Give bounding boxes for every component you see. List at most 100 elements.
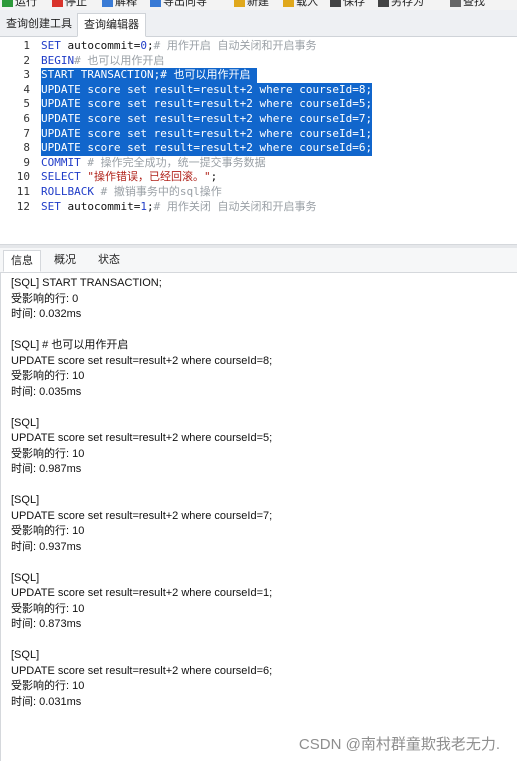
editor-line: 11 ROLLBACK # 撤销事务中的sql操作 (0, 185, 517, 200)
watermark: CSDN @南村群童欺我老无力. (298, 736, 500, 753)
code-token: ; (146, 199, 154, 213)
toolbar-button-label: 查找 (463, 0, 485, 8)
toolbar-button-0[interactable]: 运行 (2, 0, 37, 8)
output-line: 时间: 0.987ms (11, 463, 82, 475)
output-line: UPDATE score set result=result+2 where c… (11, 432, 273, 444)
code-token: ROLLBACK (41, 185, 94, 198)
line-number: 8 (23, 141, 30, 155)
output-line: 时间: 0.035ms (11, 385, 82, 398)
output-line: 受影响的行: 10 (11, 370, 85, 382)
toolbar-icon (102, 0, 113, 7)
line-number: 2 (23, 53, 30, 67)
tab-query-builder[interactable]: 查询创建工具 (0, 13, 78, 35)
toolbar-button-1[interactable]: 停止 (52, 0, 87, 8)
code-token: SET (41, 39, 61, 52)
output-line: 受影响的行: 10 (11, 602, 85, 615)
code-text: BEGIN# 也可以用作开启 (41, 54, 164, 69)
tab-query-editor[interactable]: 查询编辑器 (77, 13, 146, 37)
line-number: 7 (23, 126, 30, 140)
editor-line: 10 SELECT "操作错误，已经回滚。"; (0, 170, 517, 185)
code-token: COMMIT (41, 155, 81, 169)
message-output: [SQL] START TRANSACTION; 受影响的行: 0 时间: 0.03… (0, 273, 517, 761)
output-line: [SQL] (11, 416, 40, 429)
code-token: # 撤销事务中的sql操作 (93, 185, 222, 198)
output-line: UPDATE score set result=result+2 where c… (11, 354, 273, 367)
code-text: SET autocommit=1;# 用作关闭 自动关闭和开启事务 (41, 200, 316, 215)
output-line: 时间: 0.032ms (11, 308, 82, 320)
output-line: [SQL] (11, 494, 40, 506)
code-token: UPDATE score set result=result+2 where c… (41, 112, 373, 125)
code-token: START TRANSACTION;# 也可以用作开启 (41, 68, 258, 82)
editor-line: 4 UPDATE score set result=result+2 where … (0, 82, 517, 98)
code-text: ROLLBACK # 撤销事务中的sql操作 (41, 185, 222, 200)
editor-line: 1 SET autocommit=0;# 用作开启 自动关闭和开启事务 (0, 39, 517, 54)
tab-status[interactable]: 状态 (91, 250, 127, 270)
line-number: 12 (16, 199, 30, 213)
line-number: 9 (23, 155, 30, 169)
output-line: [SQL] START TRANSACTION; (11, 277, 162, 289)
code-token: # 操作完全成功，统一提交事务数据 (80, 155, 266, 169)
toolbar-button-7[interactable]: 另存为 (378, 0, 424, 8)
editor-line: 6 UPDATE score set result=result+2 where … (0, 112, 517, 127)
toolbar-button-8[interactable]: 查找 (450, 0, 485, 8)
sql-editor[interactable]: 1 SET autocommit=0;# 用作开启 自动关闭和开启事务 2 BEGIN… (0, 37, 517, 244)
code-text: UPDATE score set result=result+2 where c… (41, 82, 373, 98)
toolbar-button-label: 停止 (65, 0, 87, 8)
toolbar-icon (283, 0, 294, 7)
editor-line: 9 COMMIT # 操作完全成功，统一提交事务数据 (0, 156, 517, 171)
code-text: UPDATE score set result=result+2 where c… (41, 126, 373, 142)
line-number: 11 (16, 185, 30, 198)
toolbar-button-4[interactable]: 新建 (234, 0, 269, 8)
code-text: SELECT "操作错误，已经回滚。"; (41, 170, 217, 185)
line-number: 6 (23, 112, 30, 125)
line-number: 4 (23, 82, 30, 96)
output-line: 时间: 0.031ms (11, 695, 82, 708)
output-line: 时间: 0.937ms (11, 540, 82, 553)
result-tab-bar: 信息 概况 状态 (0, 248, 517, 273)
code-token: 1 (140, 199, 147, 213)
output-line: 受影响的行: 10 (11, 447, 85, 460)
toolbar-icon (234, 0, 245, 7)
code-token: UPDATE score set result=result+2 where c… (41, 141, 373, 155)
code-token: # 用作关闭 自动关闭和开启事务 (153, 199, 317, 213)
tab-info[interactable]: 信息 (3, 250, 41, 272)
toolbar-button-label: 导出向导 (163, 0, 207, 8)
code-token: UPDATE score set result=result+2 where c… (41, 82, 373, 96)
code-text: START TRANSACTION;# 也可以用作开启 (41, 68, 258, 83)
line-number: 5 (23, 97, 30, 111)
code-token: SELECT (41, 170, 81, 184)
tab-overview[interactable]: 概况 (47, 250, 83, 270)
toolbar-button-label: 解释 (115, 0, 137, 8)
toolbar-icon (2, 0, 13, 7)
output-line: UPDATE score set result=result+2 where c… (11, 664, 273, 677)
editor-line: 7 UPDATE score set result=result+2 where … (0, 126, 517, 142)
toolbar-button-2[interactable]: 解释 (102, 0, 137, 8)
code-token: UPDATE score set result=result+2 where c… (41, 126, 373, 140)
toolbar-button-label: 新建 (247, 0, 269, 8)
output-line: [SQL] # 也可以用作开启 (11, 339, 129, 351)
code-token: autocommit= (60, 39, 141, 52)
code-token: # 用作开启 自动关闭和开启事务 (153, 39, 317, 52)
code-token: autocommit= (60, 199, 141, 213)
output-line: UPDATE score set result=result+2 where c… (11, 509, 273, 522)
editor-line: 5 UPDATE score set result=result+2 where … (0, 97, 517, 112)
toolbar-button-label: 运行 (15, 0, 37, 8)
toolbar-button-6[interactable]: 保存 (330, 0, 365, 8)
output-line: UPDATE score set result=result+2 where c… (11, 587, 273, 599)
toolbar-icon (150, 0, 161, 7)
code-text: SET autocommit=0;# 用作开启 自动关闭和开启事务 (41, 39, 316, 54)
code-text: UPDATE score set result=result+2 where c… (41, 112, 373, 127)
code-token: ; (210, 170, 218, 184)
toolbar-button-5[interactable]: 载入 (283, 0, 318, 8)
toolbar-button-label: 保存 (343, 0, 365, 8)
output-line: 受影响的行: 0 (11, 292, 79, 305)
toolbar-icon (330, 0, 341, 7)
code-token: UPDATE score set result=result+2 where c… (41, 97, 373, 111)
output-line: 时间: 0.873ms (11, 618, 82, 630)
toolbar-button-label: 另存为 (391, 0, 424, 8)
output-line: 受影响的行: 10 (11, 680, 85, 692)
editor-line: 3 START TRANSACTION;# 也可以用作开启 (0, 68, 517, 83)
toolbar-button-3[interactable]: 导出向导 (150, 0, 207, 8)
editor-tab-bar: 查询创建工具 查询编辑器 (0, 10, 517, 37)
line-number: 10 (16, 170, 30, 184)
